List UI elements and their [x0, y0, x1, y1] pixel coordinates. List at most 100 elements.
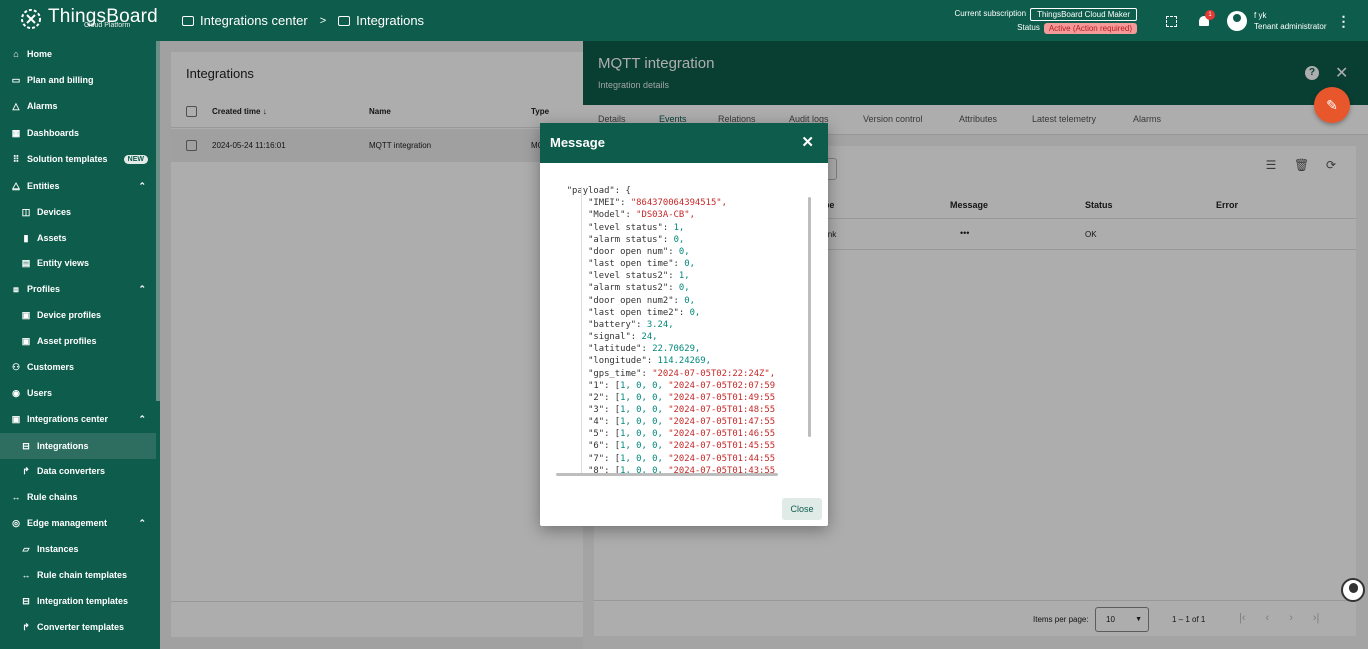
close-button[interactable]: Close: [782, 498, 822, 520]
sidebar-item-integrations-center[interactable]: ▣ Integrations center ⌃: [0, 406, 156, 432]
sidebar-item-assets[interactable]: ▮ Assets: [0, 225, 156, 251]
code-line: "door open num": 0,: [588, 246, 690, 257]
user-role: Tenant administrator: [1254, 22, 1327, 31]
new-badge: NEW: [123, 154, 148, 164]
chevron-up-icon[interactable]: ⌃: [138, 181, 146, 192]
chevron-up-icon[interactable]: ⌃: [138, 518, 146, 529]
chevron-up-icon[interactable]: ⌃: [138, 414, 146, 425]
sidebar-item-customers[interactable]: ⚇ Customers: [0, 354, 156, 380]
more-vert-icon[interactable]: ⋮: [1336, 14, 1350, 28]
sidebar-item-device-profiles[interactable]: ▣ Device profiles: [0, 302, 156, 328]
chevron-up-icon[interactable]: ⌃: [138, 284, 146, 295]
code-line: "latitude": 22.70629,: [588, 344, 701, 355]
account-circle-icon[interactable]: [1227, 11, 1247, 31]
sidebar-item-edge-management[interactable]: ◎ Edge management ⌃: [0, 510, 156, 536]
dashboard-icon: ▦: [11, 127, 21, 138]
message-code-viewer[interactable]: "payload": { "IMEI": "864370064394515", …: [556, 173, 814, 473]
sidebar-item-label: Alarms: [27, 101, 58, 111]
sidebar-item-label: Entities: [27, 181, 60, 191]
integrations-center-icon: ▣: [11, 413, 21, 424]
sidebar-item-profiles[interactable]: ⧈ Profiles ⌃: [0, 276, 156, 302]
sidebar-item-label: Integration templates: [37, 596, 129, 606]
converter-template-icon: ↱: [22, 621, 30, 632]
integrations-center-icon: [182, 15, 194, 26]
code-line: "last open time": 0,: [588, 259, 695, 270]
code-line: "IMEI": "864370064394515",: [588, 198, 727, 209]
notification-count-badge: 1: [1205, 10, 1215, 20]
code-line: "gps_time": "2024-07-05T02:22:24Z",: [588, 368, 776, 379]
asset-profile-icon: ▣: [21, 335, 31, 346]
sidebar-item-entity-views[interactable]: ▤ Entity views: [0, 250, 156, 276]
subscription-plan-button[interactable]: ThingsBoard Cloud Maker: [1030, 7, 1137, 21]
device-profile-icon: ▣: [21, 309, 31, 320]
sidebar-item-label: Solution templates: [27, 154, 108, 164]
code-line: "alarm status2": 0,: [588, 283, 690, 294]
view-icon: ▤: [21, 257, 31, 268]
sidebar-item-home[interactable]: ⌂ Home: [0, 41, 156, 67]
message-dialog: Message ✕ "payload": { "IMEI": "86437006…: [540, 123, 828, 526]
code-line: "door open num2": 0,: [588, 295, 695, 306]
vertical-scrollbar[interactable]: [808, 197, 811, 437]
indent-guide: [581, 187, 582, 473]
sidebar-item-instances[interactable]: ▱ Instances: [0, 536, 156, 562]
sidebar-item-label: Assets: [37, 233, 67, 243]
code-line: "longitude": 114.24269,: [588, 356, 711, 367]
sidebar-item-users[interactable]: ◉ Users: [0, 380, 156, 406]
sidebar-item-alarms[interactable]: △ Alarms: [0, 93, 156, 119]
sidebar-item-data-converters[interactable]: ↱ Data converters: [0, 458, 156, 484]
sidebar-item-rule-chains[interactable]: ↔ Rule chains: [0, 484, 156, 510]
breadcrumb: Integrations center > Integrations: [182, 13, 424, 28]
thingsboard-logo-icon: [21, 9, 41, 29]
instances-icon: ▱: [22, 543, 30, 554]
sidebar-item-dashboards[interactable]: ▦ Dashboards: [0, 120, 156, 146]
code-line: "level status": 1,: [588, 222, 685, 233]
edge-icon: ◎: [12, 517, 20, 528]
sidebar-item-entities[interactable]: ⧋ Entities ⌃: [0, 173, 156, 199]
message-json: "payload": { "IMEI": "864370064394515", …: [556, 173, 814, 473]
sidebar-item-label: Dashboards: [27, 128, 80, 138]
sidebar-item-label: Data converters: [37, 466, 106, 476]
breadcrumb-label: Integrations: [356, 13, 425, 28]
breadcrumb-integrations-center[interactable]: Integrations center: [182, 13, 308, 28]
sidebar-item-label: Rule chains: [27, 492, 78, 502]
support-avatar-icon[interactable]: [1341, 578, 1365, 602]
user-menu[interactable]: f yk Tenant administrator: [1254, 10, 1326, 32]
sidebar-item-solution-templates[interactable]: ⠿ Solution templates NEW: [0, 146, 156, 172]
close-dialog-icon[interactable]: ✕: [801, 133, 814, 151]
notifications-bell-icon[interactable]: 1: [1197, 10, 1215, 28]
asset-icon: ▮: [23, 232, 29, 243]
sidebar-item-devices[interactable]: ◫ Devices: [0, 199, 156, 225]
sidebar-item-label: Integrations center: [27, 414, 109, 424]
code-line: "4": [1, 0, 0, "2024-07-05T01:47:55: [588, 417, 776, 428]
sidebar-item-label: Profiles: [27, 284, 61, 294]
code-line: "6": [1, 0, 0, "2024-07-05T01:45:55: [588, 441, 776, 452]
sidebar-item-converter-templates[interactable]: ↱ Converter templates: [0, 614, 156, 640]
sidebar-item-label: Devices: [37, 207, 72, 217]
subscription-info: Current subscription ThingsBoard Cloud M…: [954, 7, 1137, 35]
sidebar-item-label: Home: [27, 49, 53, 59]
alarm-icon: △: [12, 100, 20, 111]
subscription-label: Current subscription: [954, 9, 1027, 18]
sidebar-item-label: Users: [27, 388, 53, 398]
sidebar-item-integrations[interactable]: ⊟ Integrations: [0, 433, 156, 459]
home-icon: ⌂: [13, 49, 19, 59]
integration-template-icon: ⊟: [22, 595, 30, 606]
status-badge[interactable]: Active (Action required): [1043, 22, 1137, 34]
sidebar-item-label: Device profiles: [37, 310, 102, 320]
integration-icon: ⊟: [22, 440, 30, 451]
breadcrumb-separator: >: [319, 14, 327, 27]
users-icon: ◉: [12, 387, 20, 398]
rule-template-icon: ↔: [21, 570, 31, 580]
sidebar-item-integration-templates[interactable]: ⊟ Integration templates: [0, 588, 156, 614]
code-line: "last open time2": 0,: [588, 307, 701, 318]
sidebar-item-asset-profiles[interactable]: ▣ Asset profiles: [0, 328, 156, 354]
fullscreen-icon[interactable]: [1166, 15, 1177, 27]
horizontal-scrollbar[interactable]: [556, 473, 778, 476]
sidebar-item-label: Plan and billing: [27, 75, 94, 85]
sidebar-item-plan-and-billing[interactable]: ▭ Plan and billing: [0, 67, 156, 93]
code-line: "payload": {: [566, 186, 631, 197]
sidebar-item-rule-chain-templates[interactable]: ↔ Rule chain templates: [0, 562, 156, 588]
edit-fab-pencil-icon[interactable]: ✎: [1314, 87, 1350, 123]
sidebar-item-label: Customers: [27, 362, 75, 372]
sidebar-item-label: Instances: [37, 544, 79, 554]
